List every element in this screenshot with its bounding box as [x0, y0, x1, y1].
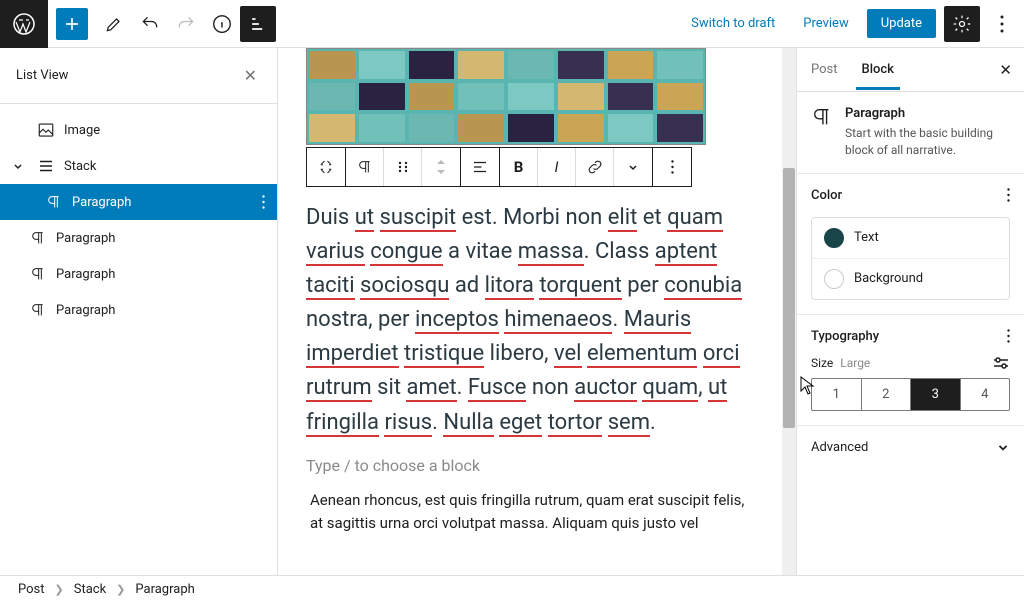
editor-canvas[interactable]: B I Duis ut suscipit est. Morbi non elit… — [278, 48, 796, 575]
add-block-button[interactable] — [56, 8, 88, 40]
image-icon — [36, 121, 56, 139]
italic-button[interactable]: I — [538, 148, 576, 186]
color-panel: Color Text Background — [797, 174, 1024, 315]
list-view-toggle[interactable] — [240, 6, 276, 42]
drag-handle-button[interactable] — [307, 148, 345, 186]
paragraph-icon — [44, 194, 64, 210]
scrollbar-thumb[interactable] — [783, 168, 795, 428]
color-panel-title: Color — [811, 188, 842, 203]
paragraph-icon — [28, 302, 48, 318]
custom-size-toggle[interactable] — [992, 356, 1010, 370]
block-title: Paragraph — [845, 106, 1010, 121]
font-size-option-2[interactable]: 2 — [861, 379, 911, 410]
paragraph-icon — [28, 266, 48, 282]
paragraph-block[interactable]: Aenean rhoncus, est quis fringilla rutru… — [290, 489, 784, 536]
undo-button[interactable] — [132, 6, 168, 42]
tree-item-stack[interactable]: Stack — [0, 148, 277, 184]
tree-item-paragraph[interactable]: Paragraph — [0, 220, 277, 256]
canvas-scrollbar[interactable] — [782, 48, 796, 575]
switch-to-draft-button[interactable]: Switch to draft — [681, 10, 785, 37]
move-up-down-button[interactable] — [422, 148, 460, 186]
chevron-right-icon: ❯ — [116, 583, 125, 596]
paragraph-icon — [28, 230, 48, 246]
block-appender[interactable]: Type / to choose a block — [290, 444, 784, 489]
close-sidebar-button[interactable]: ✕ — [995, 57, 1016, 83]
tab-post[interactable]: Post — [805, 50, 844, 90]
tree-item-label: Image — [64, 123, 100, 138]
edit-tool-button[interactable] — [96, 6, 132, 42]
background-color-button[interactable]: Background — [812, 258, 1009, 299]
list-view-header: List View ✕ — [0, 48, 277, 104]
paragraph-icon — [811, 106, 833, 159]
update-button[interactable]: Update — [867, 9, 936, 38]
color-panel-options-button[interactable] — [1007, 188, 1010, 202]
tree-item-label: Paragraph — [72, 195, 131, 210]
tree-item-paragraph[interactable]: Paragraph — [0, 256, 277, 292]
block-type-button[interactable] — [346, 148, 384, 186]
typography-panel: Typography Size Large 1 2 3 4 — [797, 315, 1024, 426]
tree-item-paragraph-selected[interactable]: Paragraph — [0, 184, 277, 220]
breadcrumb-item[interactable]: Post — [18, 582, 45, 597]
text-color-label: Text — [854, 230, 879, 245]
tab-block[interactable]: Block — [856, 50, 900, 90]
text-color-button[interactable]: Text — [812, 218, 1009, 258]
chevron-down-icon[interactable] — [12, 160, 28, 172]
background-color-label: Background — [854, 271, 923, 286]
preview-button[interactable]: Preview — [793, 10, 858, 37]
typography-panel-title: Typography — [811, 329, 879, 344]
breadcrumb-item[interactable]: Stack — [74, 582, 106, 597]
redo-button[interactable] — [168, 6, 204, 42]
block-options-button[interactable] — [653, 148, 691, 186]
block-tree: Image Stack Paragraph Paragraph Paragrap… — [0, 104, 277, 336]
tree-item-label: Stack — [64, 159, 96, 174]
block-description: Start with the basic building block of a… — [845, 125, 1010, 159]
main-layout: List View ✕ Image Stack Paragraph Paragr — [0, 48, 1024, 575]
link-button[interactable] — [576, 148, 614, 186]
settings-sidebar: Post Block ✕ Paragraph Start with the ba… — [796, 48, 1024, 575]
tree-item-image[interactable]: Image — [0, 112, 277, 148]
wordpress-logo[interactable] — [0, 0, 48, 48]
font-size-presets: 1 2 3 4 — [811, 378, 1010, 411]
font-size-option-3[interactable]: 3 — [910, 379, 960, 410]
tree-item-label: Paragraph — [56, 267, 115, 282]
typography-panel-options-button[interactable] — [1007, 329, 1010, 343]
image-block[interactable] — [306, 48, 706, 145]
advanced-panel-title: Advanced — [811, 440, 868, 455]
tree-item-paragraph[interactable]: Paragraph — [0, 292, 277, 328]
chevron-down-icon — [996, 440, 1010, 454]
document-info-button[interactable] — [204, 6, 240, 42]
settings-button[interactable] — [944, 6, 980, 42]
font-size-option-1[interactable]: 1 — [812, 379, 861, 410]
editor-topbar: Switch to draft Preview Update — [0, 0, 1024, 48]
breadcrumb-item[interactable]: Paragraph — [135, 582, 194, 597]
bold-button[interactable]: B — [500, 148, 538, 186]
topbar-right: Switch to draft Preview Update — [681, 6, 1024, 42]
list-view-title: List View — [16, 68, 68, 83]
sidebar-tabs: Post Block ✕ — [797, 48, 1024, 92]
text-color-swatch — [824, 228, 844, 248]
stack-icon — [36, 157, 56, 175]
font-size-value: Large — [840, 356, 870, 370]
tree-item-options-button[interactable] — [262, 195, 265, 209]
block-toolbar: B I — [306, 147, 784, 187]
block-card: Paragraph Start with the basic building … — [797, 92, 1024, 174]
align-button[interactable] — [461, 148, 499, 186]
tree-item-label: Paragraph — [56, 303, 115, 318]
font-size-option-4[interactable]: 4 — [960, 379, 1010, 410]
background-color-swatch — [824, 269, 844, 289]
chevron-right-icon: ❯ — [55, 583, 64, 596]
topbar-left — [0, 0, 276, 47]
paragraph-block[interactable]: Duis ut suscipit est. Morbi non elit et … — [290, 187, 784, 444]
list-view-panel: List View ✕ Image Stack Paragraph Paragr — [0, 48, 278, 575]
font-size-label: Size — [811, 356, 833, 370]
move-block-button[interactable] — [384, 148, 422, 186]
more-options-button[interactable] — [988, 6, 1016, 42]
advanced-panel-toggle[interactable]: Advanced — [797, 426, 1024, 469]
block-breadcrumb: Post ❯ Stack ❯ Paragraph — [0, 575, 1024, 602]
more-rich-text-button[interactable] — [614, 148, 652, 186]
tree-item-label: Paragraph — [56, 231, 115, 246]
close-list-view-button[interactable]: ✕ — [240, 62, 261, 89]
